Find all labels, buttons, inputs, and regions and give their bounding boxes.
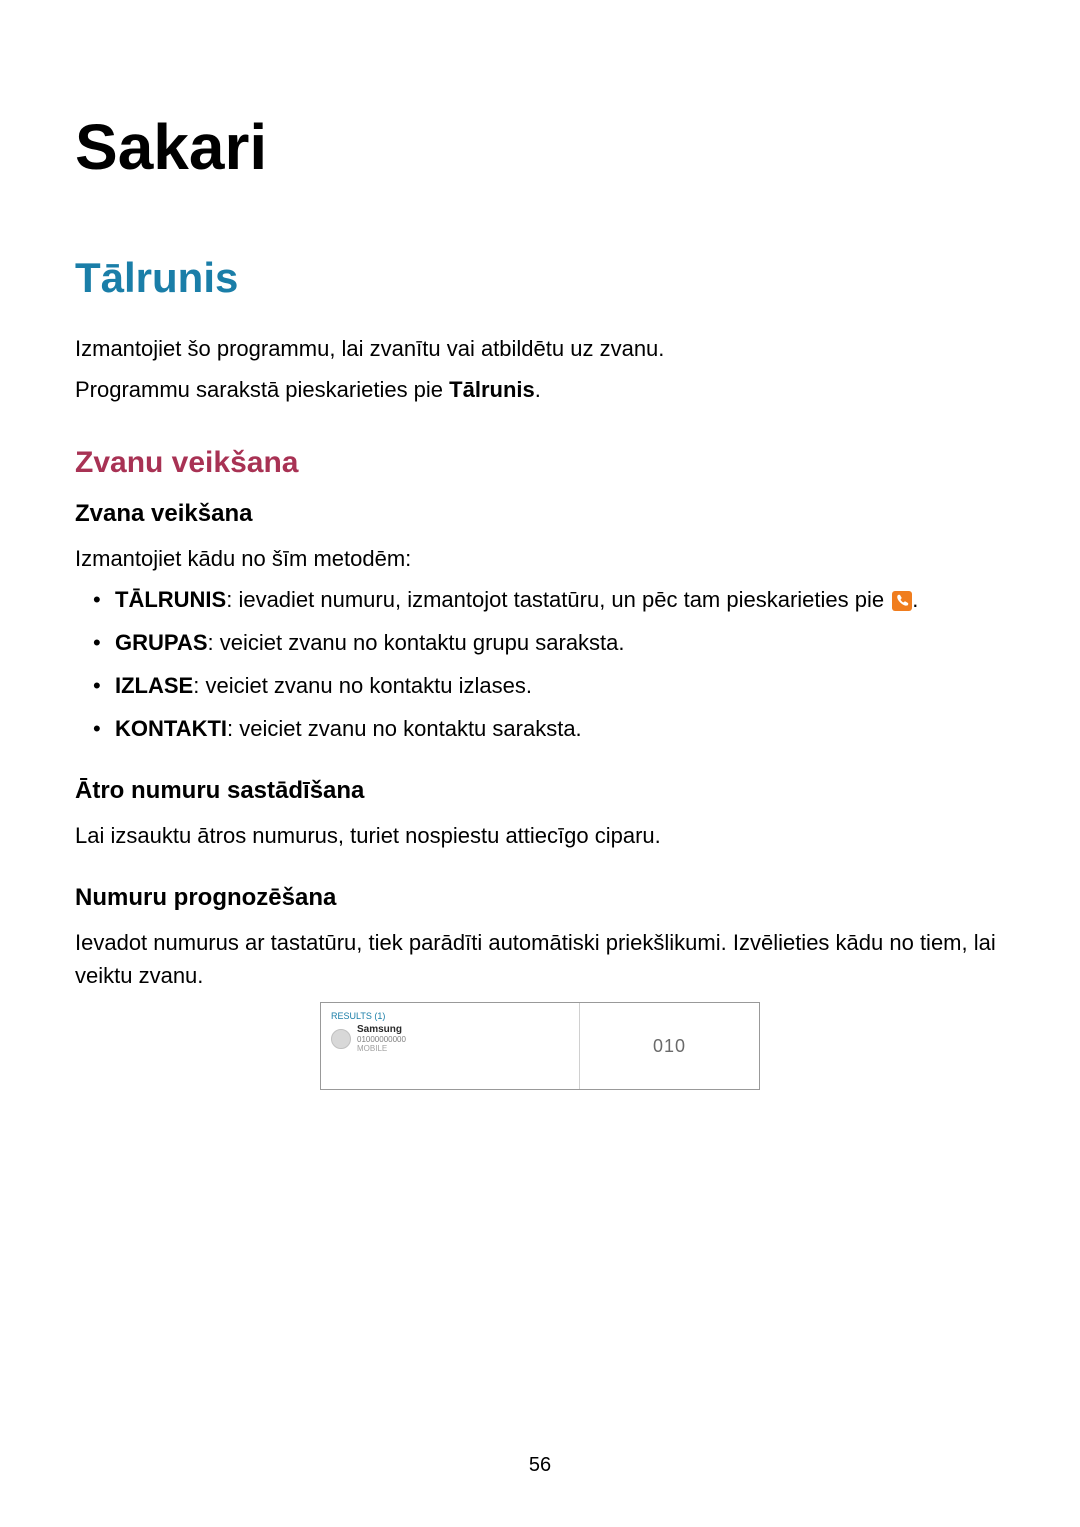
contact-row: Samsung 01000000000 MOBILE (331, 1025, 569, 1053)
section-heading: Tālrunis (75, 254, 1005, 302)
document-page: Sakari Tālrunis Izmantojiet šo programmu… (0, 0, 1080, 1090)
list-item-bold: TĀLRUNIS (115, 587, 226, 612)
subsubsection-heading-2: Ātro numuru sastādīšana (75, 777, 1005, 805)
subsubsection-heading-3: Numuru prognozēšana (75, 884, 1005, 912)
dialed-number: 010 (653, 1036, 686, 1057)
list-item: GRUPAS: veiciet zvanu no kontaktu grupu … (115, 626, 1005, 659)
suggestion-panel: RESULTS (1) Samsung 01000000000 MOBILE (321, 1003, 579, 1089)
intro-paragraph-2c: . (535, 377, 541, 402)
list-item-bold: GRUPAS (115, 630, 208, 655)
intro-paragraph-2: Programmu sarakstā pieskarieties pie Tāl… (75, 373, 1005, 406)
dial-panel: 010 (579, 1003, 759, 1089)
results-label: RESULTS (1) (331, 1011, 569, 1021)
avatar (331, 1029, 351, 1049)
list-item-bold: KONTAKTI (115, 716, 227, 741)
subsection-heading: Zvanu veikšana (75, 446, 1005, 480)
list-item: IZLASE: veiciet zvanu no kontaktu izlase… (115, 669, 1005, 702)
list-item-text: : ievadiet numuru, izmantojot tastatūru,… (226, 587, 890, 612)
figure-container: RESULTS (1) Samsung 01000000000 MOBILE 0… (75, 1002, 1005, 1090)
list-item-text: : veiciet zvanu no kontaktu grupu saraks… (208, 630, 625, 655)
page-title: Sakari (75, 110, 1005, 184)
contact-number: 01000000000 (357, 1036, 406, 1044)
prediction-paragraph: Ievadot numurus ar tastatūru, tiek parād… (75, 926, 1005, 992)
call-icon (892, 591, 912, 611)
methods-intro: Izmantojiet kādu no šīm metodēm: (75, 542, 1005, 575)
intro-bold-term: Tālrunis (449, 377, 535, 402)
contact-name: Samsung (357, 1025, 406, 1035)
intro-paragraph-2a: Programmu sarakstā pieskarieties pie (75, 377, 449, 402)
contact-info: Samsung 01000000000 MOBILE (357, 1025, 406, 1053)
intro-paragraph-group: Izmantojiet šo programmu, lai zvanītu va… (75, 332, 1005, 406)
subsubsection-heading-1: Zvana veikšana (75, 500, 1005, 528)
speed-dial-paragraph: Lai izsauktu ātros numurus, turiet nospi… (75, 819, 1005, 852)
list-item-text: : veiciet zvanu no kontaktu izlases. (193, 673, 532, 698)
list-item: KONTAKTI: veiciet zvanu no kontaktu sara… (115, 712, 1005, 745)
methods-list: TĀLRUNIS: ievadiet numuru, izmantojot ta… (75, 583, 1005, 745)
list-item: TĀLRUNIS: ievadiet numuru, izmantojot ta… (115, 583, 1005, 616)
list-item-bold: IZLASE (115, 673, 193, 698)
intro-paragraph-1: Izmantojiet šo programmu, lai zvanītu va… (75, 332, 1005, 365)
list-item-text: : veiciet zvanu no kontaktu saraksta. (227, 716, 582, 741)
phone-screenshot: RESULTS (1) Samsung 01000000000 MOBILE 0… (320, 1002, 760, 1090)
list-item-end: . (912, 587, 918, 612)
contact-extra: MOBILE (357, 1045, 406, 1053)
page-number: 56 (0, 1454, 1080, 1477)
